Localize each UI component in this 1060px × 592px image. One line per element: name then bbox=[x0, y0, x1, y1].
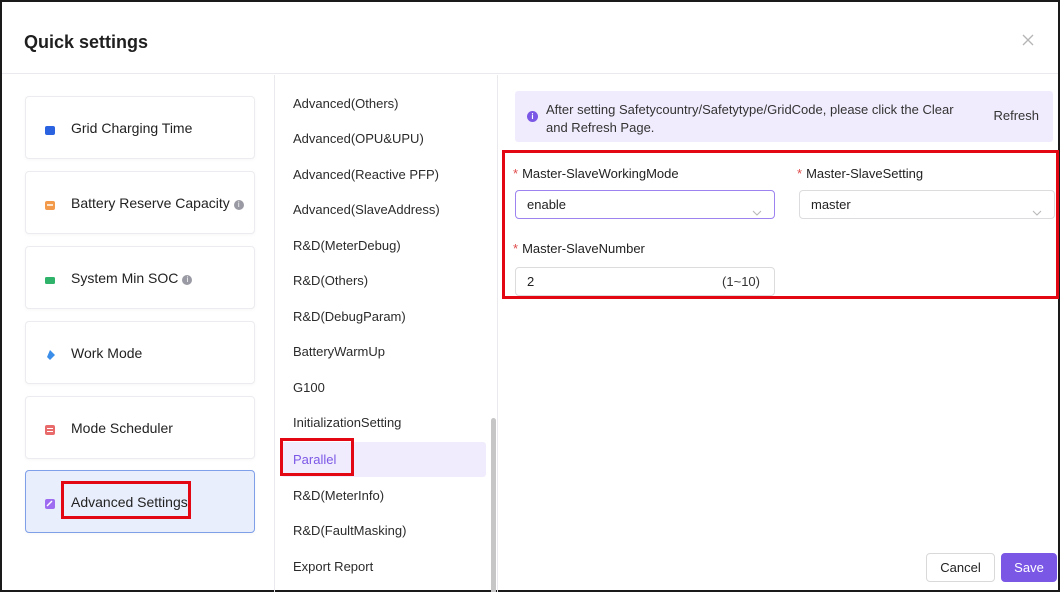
menu-scrollbar[interactable] bbox=[491, 418, 496, 592]
card-label: Work Mode bbox=[71, 345, 143, 361]
menu-item[interactable]: G100 bbox=[281, 370, 486, 405]
refresh-link[interactable]: Refresh bbox=[993, 108, 1039, 123]
highlight-parallel bbox=[280, 438, 354, 476]
card-label: System Min SOC i bbox=[71, 270, 193, 286]
advanced-settings-icon bbox=[44, 497, 56, 509]
menu-item[interactable]: InitializationSetting bbox=[281, 405, 486, 440]
notice-text: After setting Safetycountry/Safetytype/G… bbox=[546, 102, 954, 135]
refresh-notice: i After setting Safetycountry/Safetytype… bbox=[515, 91, 1053, 142]
card-label: Grid Charging Time bbox=[71, 120, 193, 136]
menu-item[interactable]: Advanced(Others) bbox=[281, 86, 486, 121]
menu-item[interactable]: Advanced(Reactive PFP) bbox=[281, 157, 486, 192]
work-mode-icon bbox=[44, 348, 56, 360]
card-mode-scheduler[interactable]: Mode Scheduler bbox=[25, 396, 255, 459]
card-label: Battery Reserve Capacity i bbox=[71, 195, 244, 211]
menu-item[interactable]: R&D(DebugParam) bbox=[281, 299, 486, 334]
battery-orange-icon bbox=[44, 198, 56, 210]
card-work-mode[interactable]: Work Mode bbox=[25, 321, 255, 384]
save-button[interactable]: Save bbox=[1001, 553, 1057, 582]
info-icon[interactable]: i bbox=[182, 275, 193, 285]
menu-item[interactable]: R&D(FaultMasking) bbox=[281, 513, 486, 548]
dialog-header: Quick settings bbox=[2, 2, 1058, 74]
dialog-title: Quick settings bbox=[24, 32, 149, 52]
card-system-min-soc[interactable]: System Min SOC i bbox=[25, 246, 255, 309]
close-icon[interactable] bbox=[1020, 32, 1036, 48]
info-icon: i bbox=[527, 111, 538, 122]
advanced-settings-menu: Advanced(Others) Advanced(OPU&UPU) Advan… bbox=[274, 75, 498, 592]
menu-item[interactable]: Export Report bbox=[281, 549, 486, 584]
menu-item[interactable]: R&D(MeterDebug) bbox=[281, 228, 486, 263]
menu-item[interactable]: BatteryWarmUp bbox=[281, 334, 486, 369]
highlight-advanced-settings bbox=[61, 481, 191, 519]
scheduler-icon bbox=[44, 423, 56, 435]
calendar-blue-icon bbox=[44, 123, 56, 135]
card-battery-reserve-capacity[interactable]: Battery Reserve Capacity i bbox=[25, 171, 255, 234]
menu-item[interactable]: R&D(MeterInfo) bbox=[281, 478, 486, 513]
cancel-button[interactable]: Cancel bbox=[926, 553, 995, 582]
battery-green-icon bbox=[44, 273, 56, 285]
highlight-parallel-form bbox=[502, 150, 1059, 299]
menu-item[interactable]: Advanced(OPU&UPU) bbox=[281, 121, 486, 156]
card-grid-charging-time[interactable]: Grid Charging Time bbox=[25, 96, 255, 159]
info-icon[interactable]: i bbox=[233, 200, 244, 210]
card-label: Mode Scheduler bbox=[71, 420, 173, 436]
menu-item[interactable]: R&D(Others) bbox=[281, 263, 486, 298]
menu-item[interactable]: Advanced(SlaveAddress) bbox=[281, 192, 486, 227]
quick-settings-dialog: Quick settings Grid Charging Time Batter… bbox=[0, 0, 1060, 592]
